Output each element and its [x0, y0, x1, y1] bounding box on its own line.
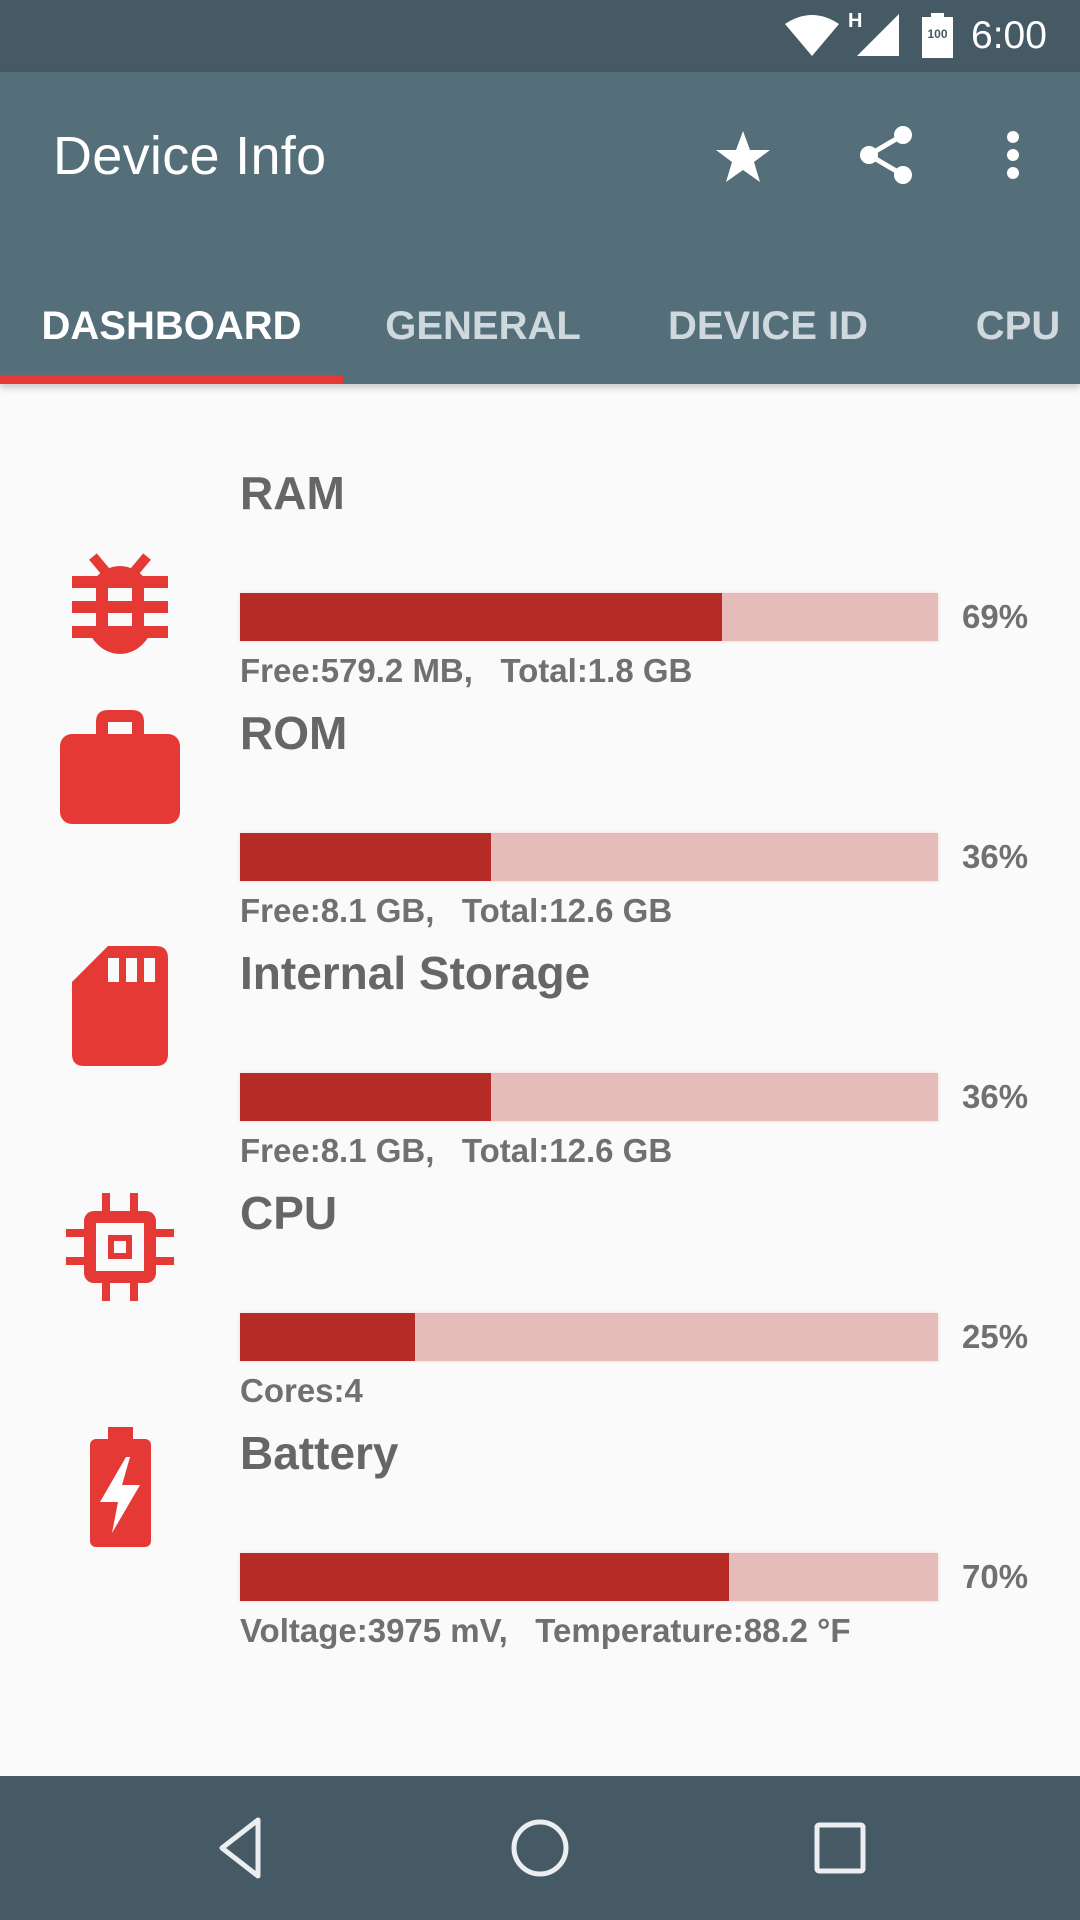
- progress-bar: [240, 1313, 938, 1361]
- battery-icon: 100: [922, 13, 953, 58]
- more-vert-icon: [1007, 131, 1019, 179]
- item-title: Internal Storage: [240, 947, 591, 999]
- item-title: ROM: [240, 707, 348, 759]
- progress-fill: [240, 593, 722, 641]
- progress-bar: [240, 1553, 938, 1601]
- app-bar: Device Info DASHBOARD GENERAL DEVICE ID …: [0, 72, 1080, 384]
- item-detail: Voltage:3975 mV, Temperature:88.2 °F: [240, 1612, 851, 1649]
- system-nav-bar: [0, 1776, 1080, 1920]
- wifi-icon: [785, 15, 839, 56]
- item-percent: 36%: [962, 838, 1029, 875]
- favorite-button[interactable]: [707, 119, 779, 191]
- dashboard-item-cpu[interactable]: CPU 25% Cores:4: [0, 1185, 1080, 1409]
- more-options-button[interactable]: [977, 119, 1049, 191]
- item-detail: Free:8.1 GB, Total:12.6 GB: [240, 1132, 673, 1169]
- dashboard-item-internal-storage[interactable]: Internal Storage 36% Free:8.1 GB, Total:…: [0, 945, 1080, 1169]
- dashboard-item-ram[interactable]: RAM 69% Free:579.2 MB, Total:1.8 GB: [0, 465, 1080, 689]
- dashboard-list: RAM 69% Free:579.2 MB, Total:1.8 GB ROM …: [0, 384, 1080, 1776]
- tab-bar: DASHBOARD GENERAL DEVICE ID CPU: [0, 268, 1080, 384]
- bug-icon: [60, 535, 180, 665]
- progress-fill: [240, 1313, 415, 1361]
- back-button[interactable]: [200, 1808, 280, 1888]
- item-percent: 70%: [962, 1558, 1029, 1595]
- battery-level: 100: [927, 27, 948, 41]
- recents-button[interactable]: [800, 1808, 880, 1888]
- progress-bar: [240, 1073, 938, 1121]
- back-triangle-icon: [219, 1817, 261, 1879]
- item-detail: Cores:4: [240, 1372, 363, 1409]
- progress-fill: [240, 1073, 492, 1121]
- share-icon: [860, 126, 912, 184]
- sd-card-icon: [60, 945, 180, 1067]
- home-circle-icon: [511, 1819, 569, 1877]
- share-button[interactable]: [851, 119, 923, 191]
- progress-fill: [240, 833, 492, 881]
- home-button[interactable]: [500, 1808, 580, 1888]
- tab-general[interactable]: GENERAL: [343, 268, 623, 384]
- item-detail: Free:579.2 MB, Total:1.8 GB: [240, 652, 693, 689]
- app-title: Device Info: [53, 126, 327, 186]
- tab-device-id[interactable]: DEVICE ID: [623, 268, 913, 384]
- status-bar: H 100 6:00: [0, 0, 1080, 72]
- progress-fill: [240, 1553, 729, 1601]
- item-percent: 69%: [962, 598, 1029, 635]
- item-title: Battery: [240, 1427, 399, 1479]
- tab-cpu[interactable]: CPU: [913, 268, 1080, 384]
- item-detail: Free:8.1 GB, Total:12.6 GB: [240, 892, 673, 929]
- battery-charging-icon: [60, 1425, 180, 1549]
- cell-signal-icon: [857, 14, 899, 56]
- tab-dashboard[interactable]: DASHBOARD: [0, 268, 343, 384]
- item-percent: 36%: [962, 1078, 1029, 1115]
- dashboard-item-battery[interactable]: Battery 70% Voltage:3975 mV, Temperature…: [0, 1425, 1080, 1649]
- item-title: CPU: [240, 1187, 338, 1239]
- active-tab-indicator: [0, 375, 343, 384]
- clock: 6:00: [971, 14, 1047, 57]
- progress-bar: [240, 593, 938, 641]
- dashboard-item-rom[interactable]: ROM 36% Free:8.1 GB, Total:12.6 GB: [0, 702, 1080, 929]
- cpu-chip-icon: [60, 1185, 180, 1309]
- star-icon: [716, 131, 770, 182]
- recents-square-icon: [814, 1822, 866, 1874]
- item-percent: 25%: [962, 1318, 1029, 1355]
- briefcase-icon: [60, 702, 180, 832]
- progress-bar: [240, 833, 938, 881]
- item-title: RAM: [240, 467, 345, 519]
